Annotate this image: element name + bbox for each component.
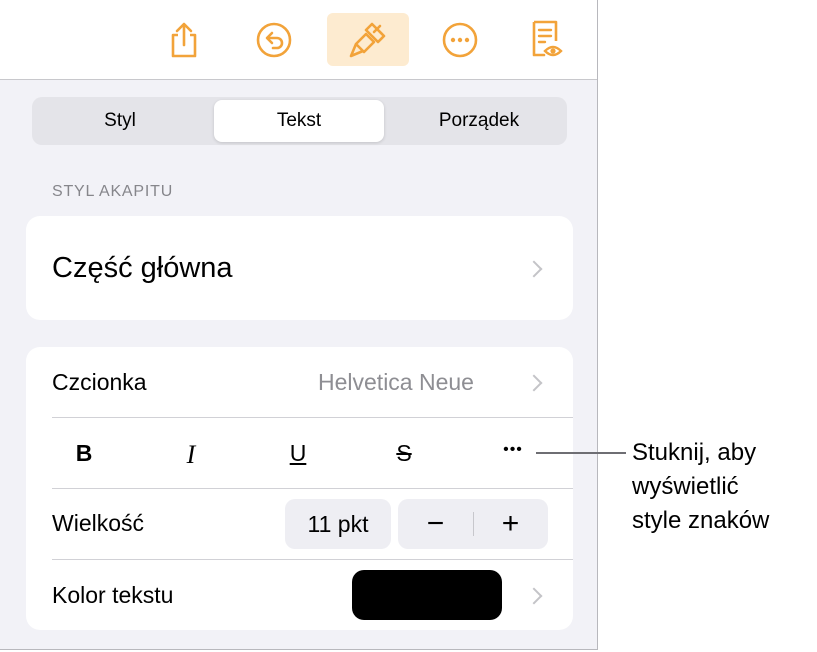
size-value: 11 pkt bbox=[307, 510, 369, 537]
undo-button[interactable] bbox=[233, 13, 315, 66]
divider bbox=[52, 417, 573, 418]
paragraph-style-header: STYL AKAPITU bbox=[52, 183, 174, 200]
paragraph-style-row[interactable]: Część główna bbox=[26, 216, 573, 320]
callout-text: Stuknij, aby wyświetlić style znaków bbox=[632, 436, 769, 538]
size-row: Wielkość 11 pkt − + bbox=[26, 489, 573, 559]
underline-button[interactable]: U bbox=[278, 440, 318, 467]
increase-size-button[interactable]: + bbox=[473, 499, 548, 549]
chevron-right-icon bbox=[525, 374, 543, 392]
size-value-field[interactable]: 11 pkt bbox=[285, 499, 391, 549]
font-label: Czcionka bbox=[52, 369, 147, 395]
callout-line bbox=[536, 452, 626, 454]
share-button[interactable] bbox=[143, 13, 225, 66]
callout-line-1: Stuknij, aby bbox=[632, 439, 757, 466]
format-button[interactable] bbox=[327, 13, 409, 66]
font-card: Czcionka Helvetica Neue Wielkość 11 pkt … bbox=[26, 347, 573, 630]
undo-icon bbox=[256, 22, 292, 57]
tab-control: Styl Tekst Porządek bbox=[32, 97, 567, 145]
font-row[interactable]: Czcionka Helvetica Neue bbox=[26, 347, 573, 417]
tab-styl[interactable]: Styl bbox=[35, 100, 205, 142]
format-brush-icon bbox=[349, 22, 386, 57]
text-color-swatch[interactable] bbox=[352, 570, 502, 620]
share-icon bbox=[171, 22, 197, 57]
size-label: Wielkość bbox=[52, 510, 145, 536]
more-text-styles-button[interactable]: ••• bbox=[493, 441, 533, 459]
callout-line-3: style znaków bbox=[632, 507, 770, 534]
font-value: Helvetica Neue bbox=[318, 369, 474, 395]
strikethrough-button[interactable]: S bbox=[384, 440, 424, 467]
decrease-size-button[interactable]: − bbox=[398, 499, 473, 549]
chevron-right-icon bbox=[525, 260, 543, 278]
format-panel: Styl Tekst Porządek STYL AKAPITU Część g… bbox=[0, 0, 598, 650]
text-color-label: Kolor tekstu bbox=[52, 582, 174, 608]
text-color-row[interactable]: Kolor tekstu bbox=[26, 560, 573, 630]
tab-porzadek[interactable]: Porządek bbox=[394, 100, 564, 142]
bold-button[interactable]: B bbox=[64, 440, 104, 467]
callout-line-2: wyświetlić bbox=[632, 473, 739, 500]
reader-view-button[interactable] bbox=[506, 13, 588, 66]
more-icon bbox=[442, 22, 478, 57]
more-button[interactable] bbox=[419, 13, 501, 66]
toolbar bbox=[0, 0, 597, 80]
reader-view-icon bbox=[532, 20, 563, 56]
tab-tekst[interactable]: Tekst bbox=[214, 100, 384, 142]
size-stepper: − + bbox=[398, 499, 548, 549]
chevron-right-icon bbox=[525, 587, 543, 605]
paragraph-style-value: Część główna bbox=[52, 252, 233, 284]
italic-button[interactable]: I bbox=[171, 440, 211, 470]
